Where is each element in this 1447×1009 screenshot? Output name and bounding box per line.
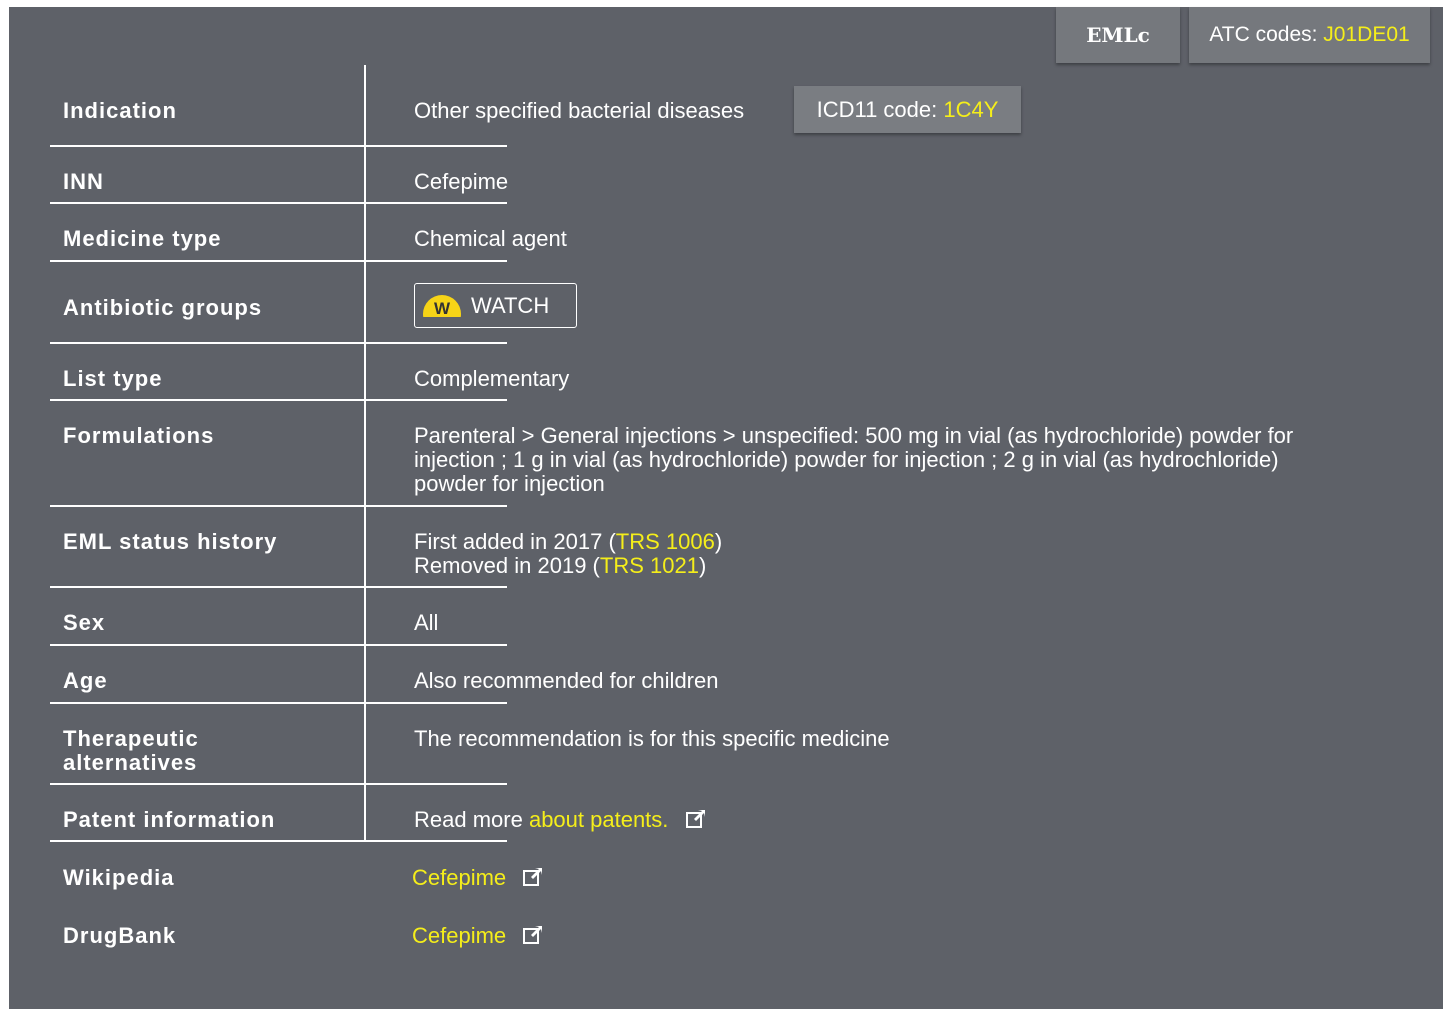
emlc-tab[interactable]: EMLc <box>1056 7 1180 63</box>
row-divider <box>50 505 507 507</box>
patent-information-label: Patent information <box>63 807 276 832</box>
emlc-tab-label: EMLc <box>1086 23 1150 47</box>
external-link-icon[interactable] <box>685 808 707 830</box>
column-divider <box>364 65 366 842</box>
formulations-line: injection ; 1 g in vial (as hydrochlorid… <box>414 447 1279 472</box>
atc-codes-tab[interactable]: ATC codes: J01DE01 <box>1189 7 1430 63</box>
label-line: alternatives <box>63 750 198 775</box>
indication-label: Indication <box>63 98 177 123</box>
status-history-line: First added in 2017 (TRS 1006) <box>414 530 722 554</box>
status-text: ) <box>714 529 723 554</box>
row-divider <box>50 145 507 147</box>
row-divider <box>50 399 507 401</box>
icd11-code-link[interactable]: 1C4Y <box>943 97 998 123</box>
icd11-code-prefix: ICD11 code: <box>816 96 944 122</box>
watch-group-badge[interactable]: W WATCH <box>414 283 577 328</box>
row-divider <box>50 783 507 785</box>
medicine-type-value: Chemical agent <box>414 226 567 251</box>
sex-label: Sex <box>63 610 106 635</box>
wikipedia-link[interactable]: Cefepime <box>412 865 506 890</box>
inn-label: INN <box>63 169 104 194</box>
age-label: Age <box>63 668 108 693</box>
status-text: First added in 2017 ( <box>414 529 616 554</box>
trs-1021-link[interactable]: TRS 1021 <box>600 553 699 578</box>
row-divider <box>50 702 507 704</box>
row-divider <box>50 586 507 588</box>
inn-value: Cefepime <box>414 169 509 194</box>
formulations-value: Parenteral > General injections > unspec… <box>414 424 1394 496</box>
drugbank-value: Cefepime <box>412 924 544 948</box>
row-divider <box>50 644 507 646</box>
atc-code-link[interactable]: J01DE01 <box>1323 23 1409 47</box>
row-divider <box>50 202 507 204</box>
atc-codes-prefix: ATC codes: <box>1209 23 1324 46</box>
eml-status-history-label: EML status history <box>63 529 278 554</box>
therapeutic-alternatives-label: Therapeutic alternatives <box>63 727 199 775</box>
wikipedia-label: Wikipedia <box>63 865 175 890</box>
formulations-line: powder for injection <box>414 471 605 496</box>
list-type-value: Complementary <box>414 366 570 391</box>
age-value: Also recommended for children <box>414 668 719 693</box>
therapeutic-alternatives-value: The recommendation is for this specific … <box>414 726 890 751</box>
indication-value: Other specified bacterial diseases <box>414 98 745 123</box>
row-divider <box>50 260 507 262</box>
eml-status-history-value: First added in 2017 (TRS 1006) Removed i… <box>414 530 722 578</box>
sex-value: All <box>414 610 439 635</box>
status-text: ) <box>698 553 707 578</box>
status-history-line: Removed in 2019 (TRS 1021) <box>414 554 722 578</box>
drugbank-label: DrugBank <box>63 923 177 948</box>
patent-prefix: Read more <box>414 807 529 832</box>
drugbank-link[interactable]: Cefepime <box>412 923 506 948</box>
row-divider <box>50 342 507 344</box>
wikipedia-value: Cefepime <box>412 866 544 890</box>
medicine-detail-panel: EMLc ATC codes: J01DE01 Indication Other… <box>9 7 1443 1009</box>
about-patents-link[interactable]: about patents. <box>529 807 668 832</box>
status-text: Removed in 2019 ( <box>414 553 600 578</box>
formulations-label: Formulations <box>63 423 215 448</box>
external-link-icon[interactable] <box>522 866 544 888</box>
external-link-icon[interactable] <box>522 924 544 946</box>
watch-group-label: WATCH <box>471 292 550 318</box>
icd11-code-badge[interactable]: ICD11 code: 1C4Y <box>794 86 1021 133</box>
watch-group-icon: W <box>423 294 461 317</box>
patent-information-value: Read more about patents. <box>414 808 707 832</box>
label-line: Therapeutic <box>63 726 199 751</box>
row-divider <box>50 840 507 842</box>
trs-1006-link[interactable]: TRS 1006 <box>616 529 715 554</box>
list-type-label: List type <box>63 366 163 391</box>
antibiotic-groups-label: Antibiotic groups <box>63 295 263 320</box>
formulations-line: Parenteral > General injections > unspec… <box>414 423 1294 448</box>
medicine-type-label: Medicine type <box>63 226 222 251</box>
